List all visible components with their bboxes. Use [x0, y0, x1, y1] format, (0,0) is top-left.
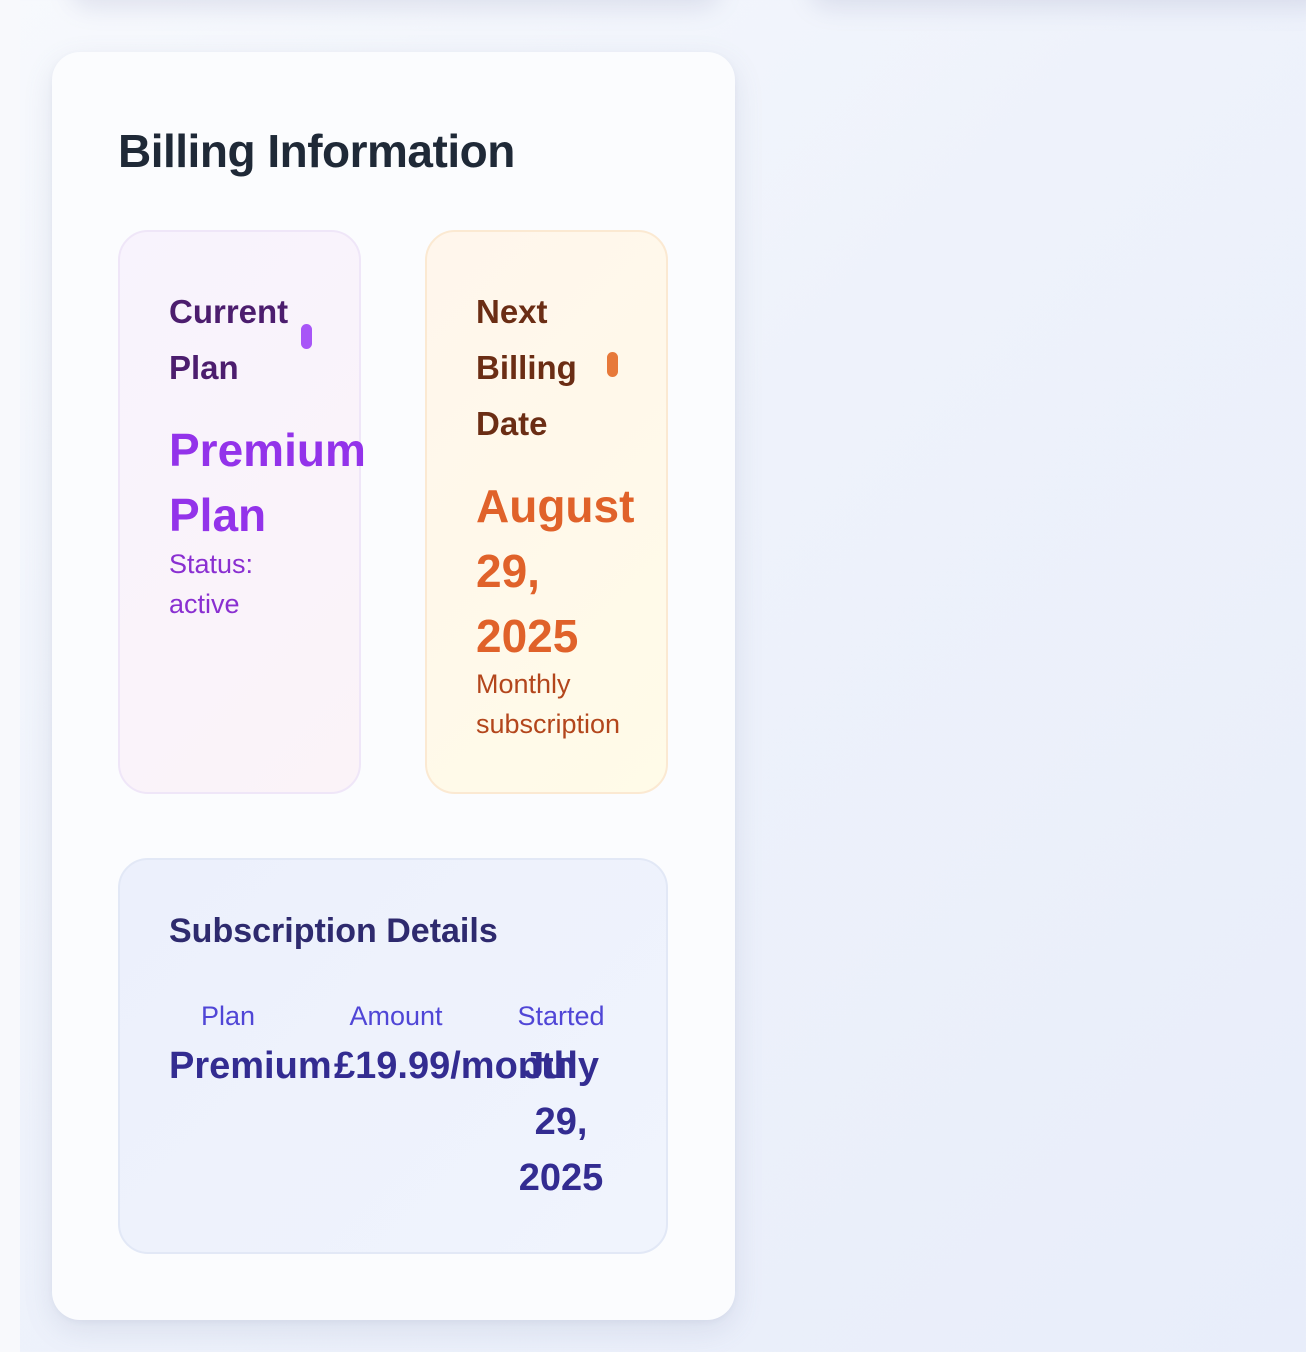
detail-plan-label: Plan: [200, 1001, 256, 1031]
billing-frequency: Monthly subscription: [476, 669, 621, 739]
detail-started-value: July 29, 2025: [518, 1045, 604, 1199]
billing-information-card: Billing Information Current Plan Premium…: [52, 52, 735, 1320]
detail-amount-label: Amount: [349, 1001, 443, 1031]
next-billing-date: August 29, 2025: [476, 480, 635, 662]
next-billing-card: Next Billing Date August 29, 2025 Monthl…: [425, 230, 668, 794]
detail-plan: Plan Premium: [169, 996, 332, 1094]
detail-started: Started July 29, 2025: [508, 996, 614, 1206]
billing-indicator-dot: [607, 352, 618, 377]
plan-status: Status: active: [169, 549, 254, 619]
subscription-details-panel: Subscription Details Plan Premium Amount…: [118, 858, 668, 1254]
detail-amount: Amount £19.99/month: [334, 996, 577, 1094]
detail-amount-value: £19.99/month: [334, 1045, 577, 1087]
current-plan-label: Current Plan: [169, 293, 289, 386]
subscription-details-title: Subscription Details: [169, 912, 498, 950]
next-billing-label: Next Billing Date: [476, 293, 577, 442]
detail-started-label: Started: [517, 1001, 605, 1031]
current-plan-value: Premium Plan: [169, 424, 366, 541]
current-plan-card: Current Plan Premium Plan Status: active: [118, 230, 366, 794]
left-edge-panel: [0, 0, 20, 1352]
plan-indicator-dot: [301, 324, 312, 349]
detail-plan-value: Premium: [169, 1045, 332, 1087]
billing-title: Billing Information: [118, 125, 515, 177]
